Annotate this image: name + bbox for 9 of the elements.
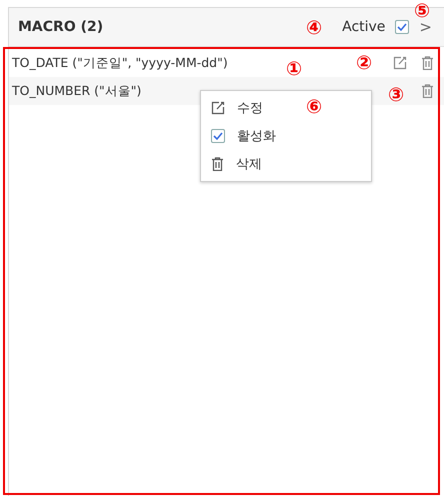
callout-number: ① (286, 58, 302, 80)
callout-number: ④ (306, 17, 322, 39)
callout-number: ⑤ (414, 0, 430, 22)
callout-number: ③ (388, 84, 404, 106)
callout-number: ② (356, 52, 372, 74)
macro-text: TO_DATE ("기준일", "yyyy-MM-dd") (12, 54, 228, 72)
panel-title: MACRO (2) (18, 19, 104, 35)
active-label: Active (342, 19, 386, 35)
macro-text: TO_NUMBER ("서울") (12, 82, 142, 100)
